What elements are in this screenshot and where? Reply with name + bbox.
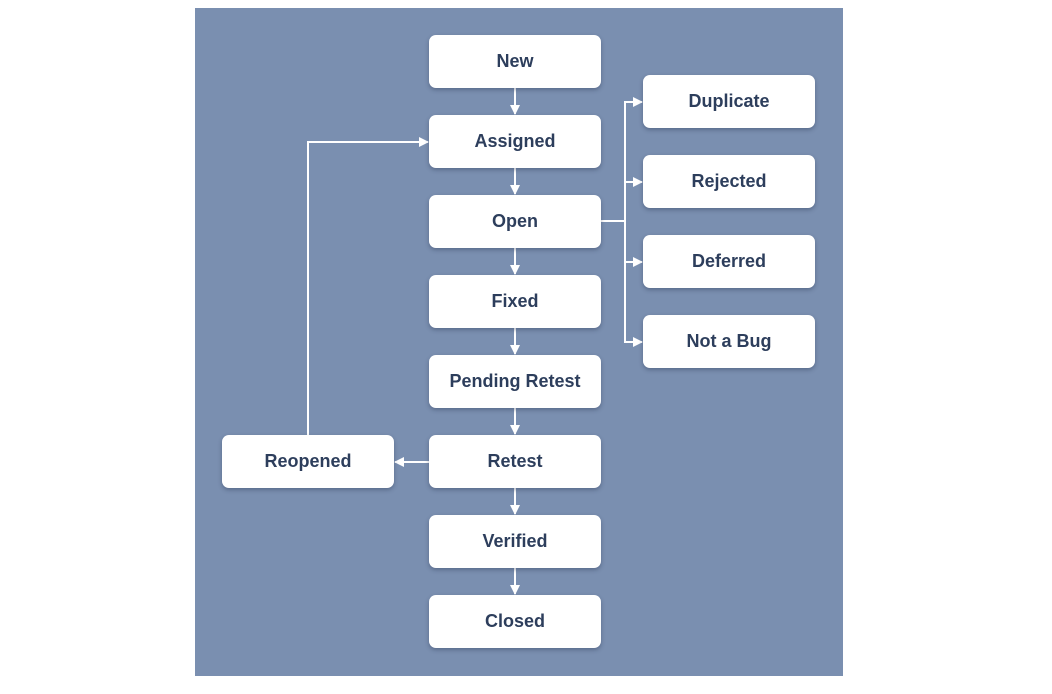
node-open: Open bbox=[429, 195, 601, 248]
node-closed: Closed bbox=[429, 595, 601, 648]
node-retest: Retest bbox=[429, 435, 601, 488]
arrows bbox=[307, 88, 643, 595]
node-duplicate: Duplicate bbox=[643, 75, 815, 128]
node-fixed: Fixed bbox=[429, 275, 601, 328]
node-new: New bbox=[429, 35, 601, 88]
arrow-reopened-assigned bbox=[307, 137, 429, 435]
node-reopened: Reopened bbox=[222, 435, 394, 488]
node-pending-retest: Pending Retest bbox=[429, 355, 601, 408]
node-not-a-bug: Not a Bug bbox=[643, 315, 815, 368]
node-rejected: Rejected bbox=[643, 155, 815, 208]
node-assigned: Assigned bbox=[429, 115, 601, 168]
node-deferred: Deferred bbox=[643, 235, 815, 288]
node-verified: Verified bbox=[429, 515, 601, 568]
